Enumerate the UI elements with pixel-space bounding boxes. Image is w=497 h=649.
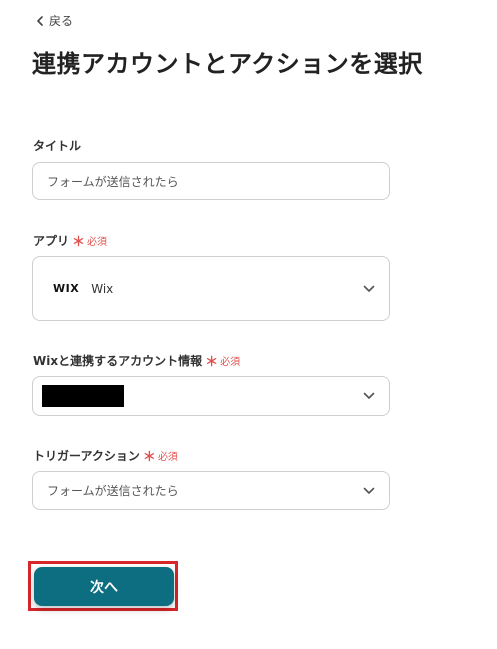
required-asterisk: ＊ [72,235,86,250]
account-select[interactable] [32,376,390,416]
app-field-label: アプリ ＊ 必須 [33,231,107,250]
next-button-label: 次へ [90,579,118,596]
title-input-value: フォームが送信されたら [47,174,179,189]
app-field-label-text: アプリ [33,234,70,248]
title-field-label: タイトル [33,137,81,154]
trigger-field-label-text: トリガーアクション [33,449,140,463]
account-field-label-text: Wixと連携するアカウント情報 [33,354,203,368]
back-link[interactable]: 戻る [36,12,73,29]
chevron-left-icon [37,15,43,26]
wix-logo-icon: WIX [53,282,80,295]
title-field-label-text: タイトル [33,139,82,153]
trigger-select-value: フォームが送信されたら [47,484,179,498]
next-button[interactable]: 次へ [34,567,174,606]
chevron-down-icon [363,392,375,399]
required-text: 必須 [87,237,108,248]
app-select[interactable]: WIX Wix [32,256,390,321]
back-label: 戻る [49,14,74,28]
account-field-label: Wixと連携するアカウント情報 ＊ 必須 [33,351,240,370]
trigger-select[interactable]: フォームが送信されたら [32,471,390,510]
chevron-down-icon [363,487,375,494]
page-title: 連携アカウントとアクションを選択 [32,50,423,78]
required-badge: ＊ 必須 [205,351,240,370]
required-text: 必須 [220,357,241,368]
required-asterisk: ＊ [205,355,219,370]
required-text: 必須 [157,452,178,463]
title-input[interactable]: フォームが送信されたら [32,162,390,200]
redacted-account-value [42,385,124,407]
trigger-field-label: トリガーアクション ＊ 必須 [33,446,178,465]
required-badge: ＊ 必須 [143,446,178,465]
required-asterisk: ＊ [142,450,156,465]
required-badge: ＊ 必須 [72,231,107,250]
app-select-value: Wix [91,281,114,296]
chevron-down-icon [363,285,375,292]
